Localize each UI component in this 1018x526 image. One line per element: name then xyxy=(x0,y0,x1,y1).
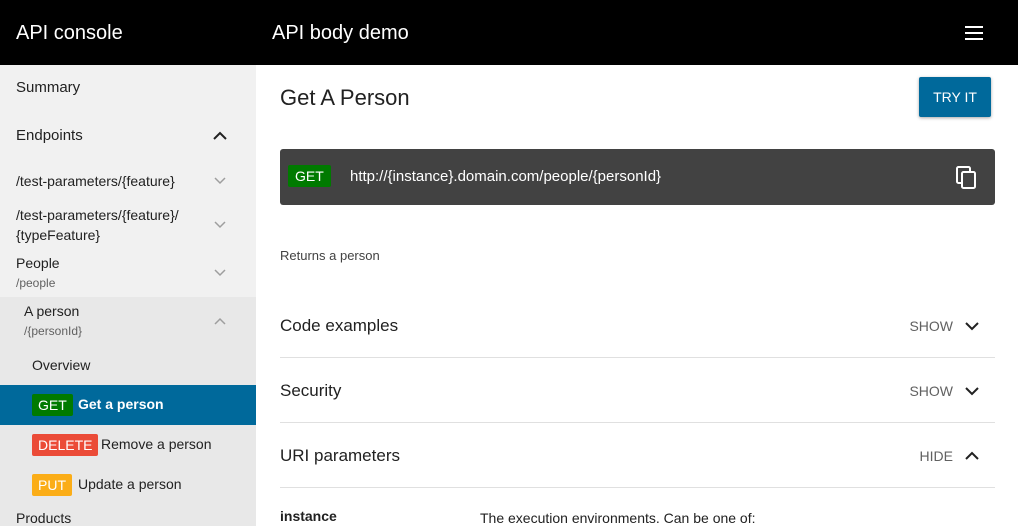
chevron-down-icon[interactable] xyxy=(214,177,226,185)
section-title: Security xyxy=(280,381,342,400)
sidebar-endpoint-test-parameters-type[interactable]: /test-parameters/{feature}/ {typeFeature… xyxy=(16,205,179,245)
chevron-up-icon[interactable] xyxy=(213,131,227,141)
method-badge-put: PUT xyxy=(32,474,72,496)
chevron-down-icon xyxy=(965,322,979,331)
toggle-label: SHOW xyxy=(909,383,953,399)
chevron-up-icon[interactable] xyxy=(214,317,226,325)
sidebar-endpoint-a-person[interactable]: A person /{personId} xyxy=(24,301,82,341)
copy-icon[interactable] xyxy=(956,166,978,190)
sidebar-operation-put[interactable]: PUT Update a person xyxy=(0,465,256,505)
try-it-button[interactable]: TRY IT xyxy=(919,77,991,117)
sidebar-operation-get[interactable]: GET Get a person xyxy=(0,385,256,425)
chevron-down-icon[interactable] xyxy=(214,221,226,229)
operation-description: Returns a person xyxy=(280,248,380,263)
section-toggle-button[interactable]: SHOW xyxy=(909,317,979,335)
sidebar-summary[interactable]: Summary xyxy=(16,79,256,96)
operation-label: Remove a person xyxy=(101,436,212,452)
section-toggle-button[interactable]: HIDE xyxy=(920,447,979,465)
endpoint-path: /test-parameters/{feature} xyxy=(16,173,175,189)
sidebar-operation-delete[interactable]: DELETE Remove a person xyxy=(0,425,256,465)
url-bar: GET http://{instance}.domain.com/people/… xyxy=(280,149,995,205)
operation-label: Update a person xyxy=(78,476,182,492)
endpoint-path-line2: {typeFeature} xyxy=(16,227,101,243)
section-title: Code examples xyxy=(280,316,399,335)
operation-label: Get a person xyxy=(78,396,164,412)
main-content: Get A Person TRY IT GET http://{instance… xyxy=(256,65,1018,526)
page-title: Get A Person xyxy=(280,85,410,110)
hamburger-menu-icon[interactable] xyxy=(963,24,987,42)
sidebar-endpoint-people[interactable]: People /people xyxy=(16,253,60,293)
api-title: API body demo xyxy=(272,22,409,44)
section-uri-parameters[interactable]: URI parameters HIDE xyxy=(280,423,995,488)
endpoint-url: http://{instance}.domain.com/people/{per… xyxy=(350,168,662,185)
endpoint-name: People xyxy=(16,255,60,271)
section-toggle-button[interactable]: SHOW xyxy=(909,382,979,400)
section-title: URI parameters xyxy=(280,446,400,465)
endpoint-path-line1: /test-parameters/{feature}/ xyxy=(16,207,179,223)
param-description: The execution environments. Can be one o… xyxy=(480,510,756,526)
toggle-label: SHOW xyxy=(909,318,953,334)
sidebar-products[interactable]: Products xyxy=(16,510,71,526)
section-security[interactable]: Security SHOW xyxy=(280,358,995,423)
method-badge-delete: DELETE xyxy=(32,434,99,456)
endpoint-name: A person xyxy=(24,303,80,319)
param-name: instance xyxy=(280,508,337,524)
app-title: API console xyxy=(16,22,123,44)
endpoint-path: /{personId} xyxy=(24,324,83,338)
method-badge-get: GET xyxy=(32,394,73,416)
chevron-up-icon xyxy=(965,451,979,460)
sidebar-endpoint-test-parameters[interactable]: /test-parameters/{feature} xyxy=(16,171,175,191)
section-code-examples[interactable]: Code examples SHOW xyxy=(280,293,995,358)
toggle-label: HIDE xyxy=(919,448,953,464)
chevron-down-icon xyxy=(965,387,979,396)
top-bar: API console API body demo xyxy=(0,0,1018,65)
sidebar: Summary Endpoints /test-parameters/{feat… xyxy=(0,65,256,526)
chevron-down-icon[interactable] xyxy=(214,269,226,277)
method-badge-get: GET xyxy=(288,165,331,187)
sidebar-overview[interactable]: Overview xyxy=(32,357,90,373)
endpoint-path: /people xyxy=(16,276,56,290)
